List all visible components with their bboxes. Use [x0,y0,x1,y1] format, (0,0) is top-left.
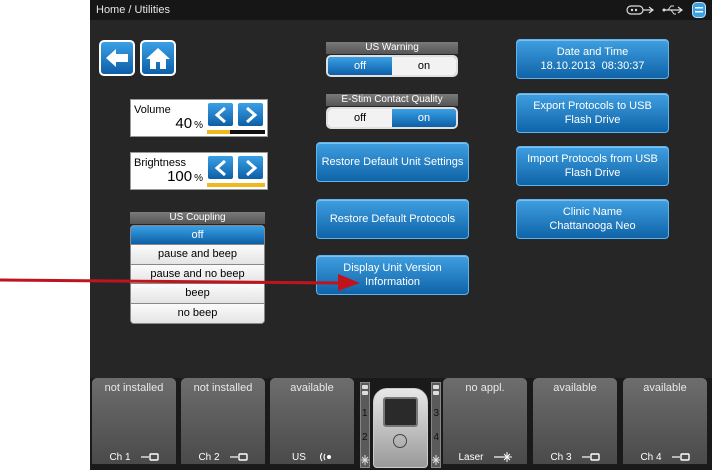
laser-icon [361,455,369,465]
electrode-icon [140,453,159,461]
volume-increase-button[interactable] [237,102,264,127]
channel-tile-ch2[interactable]: not installed Ch 2 [181,378,265,464]
estim-contact-toggle: off on [326,107,458,129]
chevron-left-icon [214,106,226,123]
clinic-name-title: Clinic Name [562,206,623,218]
clinic-name-button[interactable]: Clinic Name Chattanooga Neo [516,199,669,239]
channel-tile-us[interactable]: available US [270,378,354,464]
device-slot-3: 3 [433,408,439,419]
breadcrumb: Home / Utilities [96,4,170,16]
chevron-right-icon [245,106,257,123]
laser-icon [432,455,440,465]
channel-tile-laser[interactable]: no appl. Laser [443,378,527,464]
brightness-increase-button[interactable] [237,155,264,180]
restore-default-protocols-button[interactable]: Restore Default Protocols [316,199,469,239]
version-info-label: Display Unit Version Information [343,262,442,288]
electrode-icon [671,453,690,461]
ultrasound-icon [319,452,331,462]
brightness-level-fill [207,183,265,187]
us-coupling-option[interactable]: beep [131,284,264,304]
channel-tile-ch3[interactable]: available Ch 3 [533,378,617,464]
home-icon [146,48,170,69]
electrode-icon [229,453,248,461]
us-warning-on-option[interactable]: on [392,57,456,75]
restore-default-settings-label: Restore Default Unit Settings [321,156,464,168]
import-protocols-label: Import Protocols from USB Flash Drive [527,153,658,179]
volume-value: 40% [175,115,203,132]
us-coupling-option[interactable]: pause and beep [131,245,264,265]
export-protocols-button[interactable]: Export Protocols to USB Flash Drive [516,93,669,133]
device-slot-4: 4 [433,432,439,443]
us-coupling-option[interactable]: no beep [131,303,264,323]
brightness-decrease-button[interactable] [207,155,234,180]
channel-status: available [290,382,334,394]
brightness-value: 100% [167,168,203,185]
import-protocols-button[interactable]: Import Protocols from USB Flash Drive [516,146,669,186]
channel-status: no appl. [465,382,505,394]
channel-label: Laser [458,451,484,463]
channel-label: US [292,451,306,463]
channel-status: available [643,382,687,394]
clinic-name-value: Chattanooga Neo [549,220,636,232]
channel-bar: not installed Ch 1 not installed Ch 2 av… [90,378,712,470]
us-coupling-option[interactable]: off [131,226,264,246]
device-slot-1: 1 [362,408,368,419]
volume-decrease-button[interactable] [207,102,234,127]
electrode-icon [581,453,600,461]
us-coupling-list: off pause and beep pause and no beep bee… [130,225,265,324]
export-protocols-label: Export Protocols to USB Flash Drive [533,100,652,126]
device-screen: Home / Utilities Volume 40 % Brightness … [90,0,712,470]
back-arrow-icon [106,49,128,67]
volume-label: Volume [134,104,171,116]
device-slot-2: 2 [362,432,368,443]
volume-panel: Volume 40% [130,99,268,137]
estim-contact-title: E-Stim Contact Quality [326,94,458,106]
chevron-right-icon [245,159,257,176]
back-button[interactable] [99,40,135,76]
date-time-value: 18.10.2013 08:30:37 [540,60,645,72]
channel-status: not installed [193,382,253,394]
probe-icon [433,385,439,395]
us-warning-off-option[interactable]: off [328,57,392,75]
channel-label: Ch 4 [640,451,662,463]
device-graphic: 1 2 3 4 [360,382,441,468]
channel-label: Ch 1 [109,451,131,463]
home-button[interactable] [140,40,176,76]
channel-tile-ch4[interactable]: available Ch 4 [623,378,707,464]
brightness-panel: Brightness 100% [130,152,268,190]
estim-contact-off-option[interactable]: off [328,109,392,127]
channel-label: Ch 3 [550,451,572,463]
stim-probe-icon [626,5,654,15]
us-warning-toggle: off on [326,55,458,77]
date-time-title: Date and Time [556,46,629,58]
channel-tile-ch1[interactable]: not installed Ch 1 [92,378,176,464]
brightness-level-bar [207,183,265,187]
us-coupling-title: US Coupling [130,212,265,224]
laser-icon [493,452,512,462]
probe-icon [362,385,368,395]
estim-contact-on-option[interactable]: on [392,109,456,127]
date-time-button[interactable]: Date and Time 18.10.2013 08:30:37 [516,39,669,79]
restore-default-settings-button[interactable]: Restore Default Unit Settings [316,142,469,182]
channel-label: Ch 2 [198,451,220,463]
chevron-left-icon [214,159,226,176]
storage-icon [692,2,706,18]
us-coupling-option[interactable]: pause and no beep [131,264,264,285]
volume-level-fill [207,130,231,134]
usb-icon [662,5,683,15]
us-warning-title: US Warning [326,42,458,54]
channel-status: available [553,382,597,394]
channel-status: not installed [104,382,164,394]
volume-level-bar [207,130,265,134]
restore-default-protocols-label: Restore Default Protocols [329,213,456,225]
version-info-button[interactable]: Display Unit Version Information [316,255,469,295]
top-bar: Home / Utilities [90,0,712,20]
